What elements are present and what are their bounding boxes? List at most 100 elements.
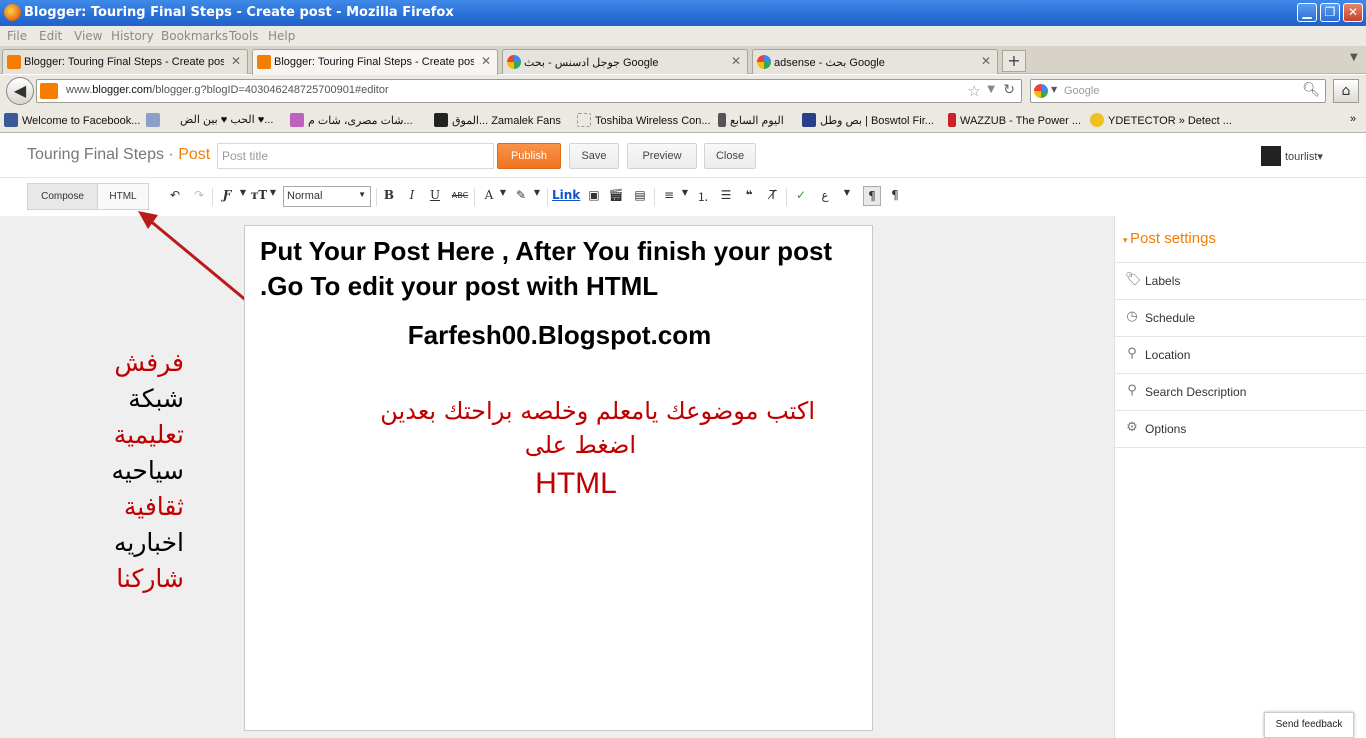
side-word: اخباريه [114, 528, 184, 557]
close-tab-icon[interactable]: ✕ [731, 54, 741, 68]
underline-icon[interactable]: U [426, 188, 444, 202]
post-settings-header[interactable]: ▾ Post settings [1123, 230, 1216, 247]
menu-file[interactable]: File [7, 29, 27, 43]
insert-image-icon[interactable]: ▣ [585, 188, 603, 202]
post-arabic-line: اضغط على [524, 431, 636, 459]
search-input[interactable]: Google [1064, 85, 1099, 97]
google-icon[interactable] [1034, 84, 1048, 98]
bookmark-love[interactable]: الحب ♥ بين الض ♥... [180, 113, 273, 126]
remove-formatting-icon[interactable]: T̸ [764, 188, 782, 202]
rtl-direction-icon[interactable]: ¶ [886, 188, 904, 202]
post-title-input[interactable] [217, 143, 494, 169]
back-button[interactable]: ◀ [6, 77, 34, 105]
tab-label: adsense - بحث Google [774, 57, 885, 69]
search-icon[interactable]: 🔍︎ [1302, 82, 1320, 98]
minimize-button[interactable]: ▁ [1297, 3, 1317, 22]
settings-item-label: Search Description [1145, 385, 1247, 399]
search-bar[interactable]: ▼ Google 🔍︎ [1030, 79, 1326, 103]
bookmark-star-icon[interactable]: ☆ [968, 82, 981, 100]
settings-labels[interactable]: 🏷︎ Labels [1115, 262, 1366, 299]
chevron-down-icon[interactable]: ▼ [264, 188, 282, 197]
settings-search-description[interactable]: ⚲ Search Description [1115, 373, 1366, 410]
insert-video-icon[interactable]: 🎬︎ [607, 188, 625, 202]
pin-icon: ⚲ [1127, 346, 1137, 361]
bookmark-zamalek[interactable]: الموق... Zamalek Fans [434, 113, 561, 127]
bulleted-list-icon[interactable]: ☰ [717, 188, 735, 202]
tab-blogger-1[interactable]: Blogger: Touring Final Steps - Create po… [2, 49, 248, 74]
chevron-down-icon[interactable]: ▼ [1051, 85, 1057, 94]
post-arabic-line: اكتب موضوعك يامعلم وخلصه براحتك بعدين [380, 397, 815, 425]
close-window-button[interactable]: ✕ [1343, 3, 1363, 22]
new-tab-button[interactable]: + [1002, 50, 1026, 72]
post-body-editor[interactable]: Put Your Post Here , After You finish yo… [244, 225, 873, 731]
undo-icon[interactable]: ↶ [166, 188, 184, 202]
url-bar[interactable]: www.blogger.com/blogger.g?blogID=4030462… [36, 79, 1022, 103]
italic-icon[interactable]: I [403, 188, 421, 202]
bookmarks-overflow-icon[interactable]: » [1350, 113, 1356, 125]
toolbar-divider [786, 188, 787, 206]
maximize-button[interactable]: ❐ [1320, 3, 1340, 22]
tab-google-search-2[interactable]: adsense - بحث Google ✕ [752, 49, 998, 74]
close-button[interactable]: Close [704, 143, 756, 169]
bookmark-youm7[interactable]: اليوم السابع [718, 113, 784, 127]
reload-icon[interactable]: ↻ [1003, 82, 1015, 98]
link-button[interactable]: Link [552, 188, 580, 202]
url-text[interactable]: www.blogger.com/blogger.g?blogID=4030462… [66, 84, 389, 96]
settings-item-label: Schedule [1145, 311, 1196, 325]
side-word: سياحيه [111, 456, 184, 485]
chevron-down-icon[interactable]: ▼ [987, 84, 995, 95]
strikethrough-icon[interactable]: ABC [451, 191, 469, 200]
menu-edit[interactable]: Edit [39, 29, 62, 43]
wazzub-icon [948, 113, 956, 127]
user-menu[interactable]: tourlist▾ [1261, 146, 1323, 166]
format-select[interactable]: Normal ▼ [283, 186, 371, 207]
chevron-down-icon[interactable]: ▼ [494, 188, 512, 197]
post-settings-panel: ▾ Post settings 🏷︎ Labels ◷ Schedule ⚲ L… [1114, 216, 1366, 738]
tab-blogger-2[interactable]: Blogger: Touring Final Steps - Create po… [252, 49, 498, 75]
insert-jump-break-icon[interactable]: ▤ [631, 188, 649, 202]
home-button[interactable]: ⌂ [1333, 79, 1359, 103]
settings-schedule[interactable]: ◷ Schedule [1115, 299, 1366, 336]
preview-button[interactable]: Preview [627, 143, 697, 169]
bookmark-image[interactable] [146, 113, 164, 127]
blogger-icon [40, 83, 58, 99]
google-icon [757, 55, 771, 69]
send-feedback-button[interactable]: Send feedback [1264, 712, 1354, 738]
close-tab-icon[interactable]: ✕ [481, 54, 491, 68]
bookmark-wazzub[interactable]: WAZZUB - The Power ... [948, 113, 1081, 127]
publish-button[interactable]: Publish [497, 143, 561, 169]
menu-bookmarks[interactable]: Bookmarks [161, 29, 228, 43]
compose-mode-button[interactable]: Compose [27, 183, 98, 210]
bookmark-ydetector[interactable]: YDETECTOR » Detect ... [1090, 113, 1232, 127]
menu-view[interactable]: View [74, 29, 102, 43]
input-tools-icon[interactable]: ع [816, 188, 834, 202]
tab-google-search-1[interactable]: جوجل ادسنس - بحث Google ✕ [502, 49, 748, 74]
chevron-down-icon[interactable]: ▼ [528, 188, 546, 197]
gear-icon: ⚙ [1126, 420, 1138, 435]
menu-history[interactable]: History [111, 29, 154, 43]
bookmark-toshiba[interactable]: Toshiba Wireless Con... [577, 113, 711, 127]
spell-check-icon[interactable]: ✓ [792, 188, 810, 202]
chevron-down-icon[interactable]: ▼ [676, 188, 694, 197]
settings-location[interactable]: ⚲ Location [1115, 336, 1366, 373]
chevron-down-icon[interactable]: ▼ [838, 188, 856, 197]
settings-options[interactable]: ⚙ Options [1115, 410, 1366, 447]
numbered-list-icon[interactable]: ⒈ [694, 188, 712, 205]
menu-help[interactable]: Help [268, 29, 295, 43]
ltr-direction-icon[interactable]: ¶ [863, 186, 881, 206]
bookmark-boswtol[interactable]: بص وطل | Boswtol Fir... [802, 113, 934, 127]
redo-icon[interactable]: ↷ [190, 188, 208, 202]
z-icon [434, 113, 448, 127]
menu-tools[interactable]: Tools [229, 29, 259, 43]
side-word: فرفش [114, 348, 184, 377]
close-tab-icon[interactable]: ✕ [231, 54, 241, 68]
quote-icon[interactable]: ❝ [740, 188, 758, 202]
tab-label: Blogger: Touring Final Steps - Create po… [274, 56, 474, 68]
close-tab-icon[interactable]: ✕ [981, 54, 991, 68]
blog-name[interactable]: Touring Final Steps · Post [27, 146, 210, 164]
bookmark-facebook[interactable]: Welcome to Facebook... [4, 113, 140, 127]
bold-icon[interactable]: B [380, 188, 398, 202]
bookmark-chat[interactable]: شات مصرى، شات م... [290, 113, 413, 127]
save-button[interactable]: Save [569, 143, 619, 169]
tab-list-icon[interactable]: ▼ [1350, 52, 1358, 63]
